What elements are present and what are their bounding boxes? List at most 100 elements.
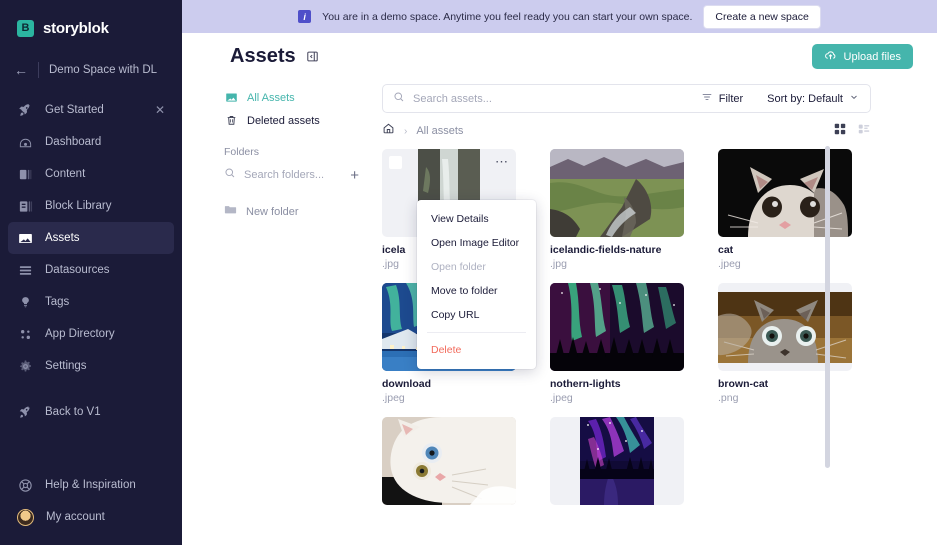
sidebar-item-tags[interactable]: Tags (8, 286, 174, 318)
breadcrumb-current: All assets (416, 125, 464, 137)
sidebar-item-app-directory[interactable]: App Directory (8, 318, 174, 350)
asset-extension: .jpeg (382, 392, 405, 404)
upload-cloud-icon (824, 49, 837, 65)
filter-icon (701, 91, 713, 106)
demo-space-banner: i You are in a demo space. Anytime you f… (182, 0, 937, 33)
page-title: Assets (230, 45, 296, 67)
app-directory-icon (17, 326, 33, 342)
asset-card[interactable]: nothern-lights .jpeg (550, 283, 684, 404)
asset-name: download (382, 378, 431, 390)
asset-checkbox[interactable] (389, 156, 402, 169)
create-new-space-button[interactable]: Create a new space (703, 4, 821, 29)
asset-card[interactable]: brown-cat .png (718, 283, 852, 404)
asset-thumbnail[interactable] (718, 149, 852, 237)
search-input[interactable] (413, 92, 693, 105)
asset-card[interactable] (382, 417, 516, 512)
image-icon (224, 91, 238, 105)
scrollbar-thumb[interactable] (825, 146, 830, 468)
breadcrumb: › All assets (382, 116, 871, 146)
upload-files-label: Upload files (843, 50, 901, 63)
asset-thumbnail[interactable] (550, 283, 684, 371)
asset-thumbnail[interactable] (382, 417, 516, 505)
space-selector[interactable]: ← Demo Space with DL (0, 52, 182, 88)
arrow-left-icon[interactable]: ← (14, 63, 28, 77)
asset-more-menu-button[interactable]: ⋯ (495, 155, 509, 168)
sidebar-item-back-to-v1[interactable]: Back to V1 (8, 396, 174, 428)
context-menu-item-delete[interactable]: Delete (417, 338, 536, 362)
asset-name: brown-cat (718, 378, 769, 390)
trash-icon (224, 114, 238, 128)
grid-view-icon[interactable] (833, 122, 847, 141)
close-icon[interactable]: ✕ (155, 104, 165, 116)
sidebar-item-label: Help & Inspiration (45, 479, 136, 491)
sidebar-item-settings[interactable]: Settings (8, 350, 174, 382)
folders-panel: All Assets Deleted assets Folders + (218, 80, 368, 545)
sidebar-item-label: Assets (45, 232, 80, 244)
asset-extension: .png (718, 392, 739, 404)
sidebar-item-help-inspiration[interactable]: Help & Inspiration (8, 469, 174, 501)
sidebar-item-my-account[interactable]: My account (8, 501, 174, 533)
plus-icon[interactable]: + (350, 168, 362, 183)
folder-search-input[interactable] (244, 169, 332, 181)
asset-thumbnail[interactable] (550, 149, 684, 237)
sidebar-item-get-started[interactable]: Get Started ✕ (8, 94, 174, 126)
asset-thumbnail[interactable] (550, 417, 684, 505)
avatar (17, 508, 34, 526)
sidebar-item-label: Settings (45, 360, 87, 372)
asset-image-aurora-portrait (580, 417, 654, 505)
page-header: Assets Upload files (182, 33, 937, 80)
sidebar-item-label: Datasources (45, 264, 110, 276)
asset-image-brown-cat (718, 291, 852, 363)
storyblok-app: B storyblok ← Demo Space with DL Get Sta… (0, 0, 937, 545)
sort-by-dropdown[interactable]: Sort by: Default (767, 92, 859, 105)
list-view-icon[interactable] (857, 122, 871, 141)
asset-image-cat (718, 149, 852, 237)
main-area: i You are in a demo space. Anytime you f… (182, 0, 937, 545)
breadcrumb-separator: › (404, 125, 408, 137)
upload-files-button[interactable]: Upload files (811, 44, 913, 69)
assets-scrollbar[interactable] (825, 146, 830, 489)
context-menu-item-copy-url[interactable]: Copy URL (417, 303, 536, 327)
folder-item-all-assets[interactable]: All Assets (218, 86, 368, 109)
asset-extension: .jpeg (718, 258, 741, 270)
panel-toggle-icon[interactable] (306, 50, 319, 63)
sidebar-nav: Get Started ✕ Dashboard Content Block Li… (0, 94, 182, 428)
sidebar-item-content[interactable]: Content (8, 158, 174, 190)
folder-icon (224, 203, 237, 221)
brand-logo[interactable]: B storyblok (0, 0, 182, 44)
home-icon[interactable] (382, 122, 395, 140)
sidebar-item-label: Back to V1 (45, 406, 101, 418)
folder-item-new-folder[interactable]: New folder (218, 200, 368, 223)
asset-card[interactable]: icelandic-fields-nature .jpg (550, 149, 684, 270)
asset-extension: .jpeg (550, 392, 573, 404)
folder-item-label: All Assets (247, 91, 295, 104)
sidebar-item-block-library[interactable]: Block Library (8, 190, 174, 222)
context-menu-item-open-image-editor[interactable]: Open Image Editor (417, 231, 536, 255)
context-menu-item-open-folder: Open folder (431, 261, 486, 273)
help-icon (17, 477, 33, 493)
asset-image-aurora-forest (550, 283, 684, 371)
banner-text: You are in a demo space. Anytime you fee… (322, 10, 693, 23)
sidebar-item-dashboard[interactable]: Dashboard (8, 126, 174, 158)
search-icon (224, 166, 236, 184)
context-menu-item-move-to-folder[interactable]: Move to folder (417, 279, 536, 303)
info-icon: i (298, 10, 312, 23)
sidebar-item-label: Get Started (45, 104, 104, 116)
block-library-icon (17, 198, 33, 214)
folders-section-title: Folders (224, 146, 260, 158)
sidebar-item-assets[interactable]: Assets (8, 222, 174, 254)
asset-thumbnail[interactable] (718, 283, 852, 371)
nav-gap (0, 382, 182, 396)
context-menu-item-view-details[interactable]: View Details (417, 207, 536, 231)
filter-label: Filter (718, 92, 744, 105)
gear-icon (17, 358, 33, 374)
dashboard-icon (17, 134, 33, 150)
sidebar-item-datasources[interactable]: Datasources (8, 254, 174, 286)
filter-button[interactable]: Filter (701, 91, 743, 106)
asset-card[interactable]: cat .jpeg (718, 149, 852, 270)
folder-search-row: + (218, 164, 368, 186)
folder-item-label: New folder (246, 205, 299, 218)
sidebar-item-label: Tags (45, 296, 70, 308)
folder-item-deleted-assets[interactable]: Deleted assets (218, 109, 368, 132)
asset-card[interactable] (550, 417, 684, 512)
